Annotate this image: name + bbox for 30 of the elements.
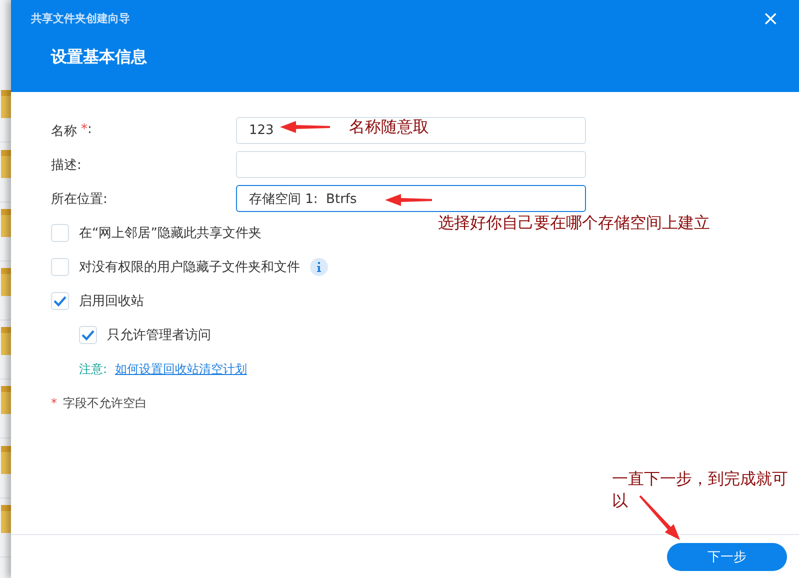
- input-field[interactable]: [236, 151, 586, 178]
- field-label: 所在位置:: [51, 190, 108, 208]
- annotation-text: 选择好你自己要在哪个存储空间上建立: [438, 212, 710, 234]
- required-note: 字段不允许空白: [63, 394, 147, 412]
- field-label: 名称: [51, 122, 77, 140]
- next-button[interactable]: 下一步: [667, 542, 787, 570]
- step-heading: 设置基本信息: [51, 47, 148, 68]
- help-link[interactable]: 如何设置回收站清空计划: [115, 360, 248, 378]
- annotation-text: 名称随意取: [349, 116, 429, 138]
- checkbox[interactable]: [79, 326, 97, 344]
- checkbox[interactable]: [51, 292, 69, 310]
- note-label: 注意:: [79, 360, 108, 378]
- window-title: 共享文件夹创建向导: [31, 10, 130, 26]
- checkbox-label[interactable]: 在“网上邻居”隐藏此共享文件夹: [79, 224, 262, 242]
- checkbox-label[interactable]: 启用回收站: [79, 292, 144, 310]
- required-mark: *: [81, 122, 88, 138]
- annotation-arrow: [639, 495, 680, 540]
- annotation-arrow: [280, 121, 330, 133]
- label-colon: :: [88, 122, 92, 138]
- annotation-arrow: [385, 194, 432, 206]
- checkbox[interactable]: [51, 258, 69, 276]
- close-button[interactable]: ×: [762, 9, 779, 27]
- field-label: 描述:: [51, 156, 82, 174]
- input-field[interactable]: 存储空间 1: Btrfs: [236, 185, 586, 212]
- required-mark: *: [51, 396, 57, 410]
- checkbox[interactable]: [51, 224, 69, 242]
- checkbox-label[interactable]: 对没有权限的用户隐藏子文件夹和文件: [79, 258, 300, 276]
- info-icon[interactable]: [310, 258, 328, 276]
- checkbox-label[interactable]: 只允许管理者访问: [107, 326, 211, 344]
- annotation-text: 一直下一步，到完成就可以: [612, 468, 789, 512]
